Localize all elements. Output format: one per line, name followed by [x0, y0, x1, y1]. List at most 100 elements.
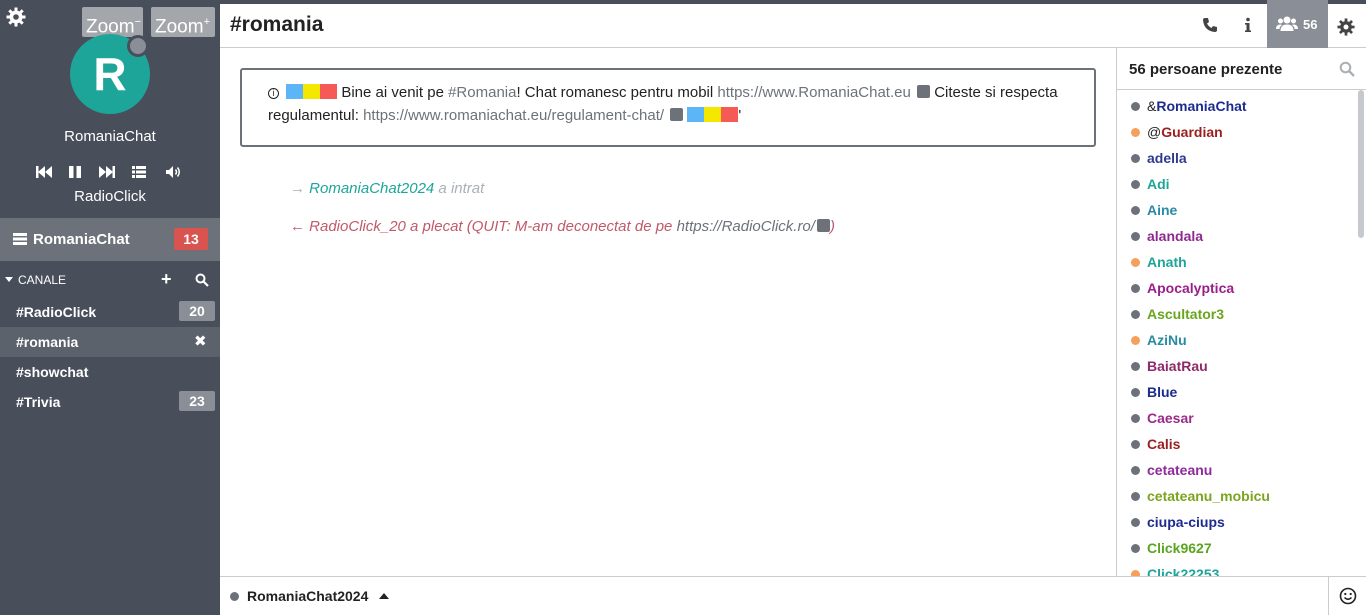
- presence-dot: [1131, 284, 1140, 293]
- status-dot: [230, 592, 239, 601]
- emoji-button[interactable]: [1328, 577, 1366, 615]
- channel-item-romania[interactable]: #romania ✖: [0, 327, 220, 357]
- external-link-icon[interactable]: [917, 85, 931, 98]
- user-nick-text: Anath: [1147, 254, 1187, 270]
- external-link-icon[interactable]: [816, 219, 830, 232]
- user-list-title: 56 persoane prezente: [1129, 61, 1283, 78]
- collapse-triangle-icon[interactable]: [5, 277, 13, 282]
- userlist-toggle-button[interactable]: 56: [1267, 0, 1328, 48]
- user-nick-text: Click9627: [1147, 540, 1212, 556]
- user-nick-text: adella: [1147, 150, 1187, 166]
- next-track-icon[interactable]: [97, 163, 117, 181]
- presence-dot: [1131, 388, 1140, 397]
- user-prefix: @: [1147, 124, 1162, 140]
- users-icon: [1276, 16, 1298, 31]
- user-nick-text: Ascultator3: [1147, 306, 1225, 322]
- user-nick: AziNu: [1147, 332, 1187, 348]
- join-message: → RomaniaChat2024 a intrat: [290, 180, 484, 197]
- presence-dot: [1131, 518, 1140, 527]
- search-channels-icon[interactable]: [195, 273, 209, 287]
- add-channel-icon[interactable]: +: [161, 270, 175, 288]
- user-prefix: &: [1147, 98, 1157, 114]
- channel-name: #showchat: [16, 364, 89, 380]
- channel-link[interactable]: #Romania: [448, 84, 516, 101]
- presence-dot: [1131, 102, 1140, 111]
- nick-menu-triangle-icon[interactable]: [379, 593, 389, 599]
- user-nick: Blue: [1147, 384, 1177, 400]
- presence-dot: [1131, 414, 1140, 423]
- message-nick[interactable]: RomaniaChat2024: [309, 180, 434, 197]
- user-nick: @Guardian: [1147, 124, 1223, 140]
- user-nick-text: alandala: [1147, 228, 1204, 244]
- zoom-out-button[interactable]: Zoom−: [82, 7, 143, 37]
- phone-icon[interactable]: [1201, 16, 1219, 34]
- user-count: 56: [1303, 17, 1318, 32]
- channels-header: CANALE +: [0, 270, 220, 290]
- flag-yellow-stripe: [704, 107, 722, 122]
- message-area: i Bine ai venit pe #Romania! Chat romane…: [220, 48, 1116, 576]
- volume-icon[interactable]: [163, 163, 183, 181]
- channel-topic: i Bine ai venit pe #Romania! Chat romane…: [240, 68, 1096, 147]
- channels-label: CANALE: [18, 273, 67, 287]
- message-text: a intrat: [434, 180, 485, 197]
- user-list-header: 56 persoane prezente: [1117, 48, 1366, 90]
- channel-header: #romania 56: [220, 0, 1366, 48]
- user-nick: Apocalyptica: [1147, 280, 1234, 296]
- channel-item-trivia[interactable]: #Trivia 23: [0, 387, 220, 417]
- user-nick: BaiatRau: [1147, 358, 1208, 374]
- user-nick-text: Aine: [1147, 202, 1178, 218]
- flag-red-stripe: [721, 107, 739, 122]
- presence-dot: [1131, 206, 1140, 215]
- user-nick-text: Apocalyptica: [1147, 280, 1235, 296]
- external-link-icon[interactable]: [670, 108, 684, 121]
- channel-badge: 23: [179, 391, 215, 411]
- channel-item-radioclick[interactable]: #RadioClick 20: [0, 297, 220, 327]
- zoom-in-label: Zoom: [155, 16, 204, 38]
- zoom-out-sign: −: [134, 16, 142, 28]
- user-nick-text: Adi: [1147, 176, 1170, 192]
- search-icon[interactable]: [1339, 61, 1355, 77]
- user-nick: Ascultator3: [1147, 306, 1224, 322]
- url-link[interactable]: https://www.RomaniaChat.eu: [717, 84, 910, 101]
- close-channel-icon[interactable]: ✖: [194, 332, 207, 350]
- server-label: RomaniaChat: [33, 231, 130, 248]
- own-nick[interactable]: RomaniaChat2024: [247, 588, 368, 604]
- info-icon[interactable]: [1239, 16, 1257, 34]
- topic-text: Bine ai venit pe: [341, 84, 449, 101]
- pause-icon[interactable]: [65, 163, 85, 181]
- user-nick-text: Click22253: [1147, 566, 1220, 576]
- user-nick: Aine: [1147, 202, 1177, 218]
- input-bar: RomaniaChat2024: [220, 576, 1366, 615]
- message-text: ← RadioClick_20 a plecat (QUIT: M-am dec…: [290, 218, 677, 235]
- channel-badge: 20: [179, 301, 215, 321]
- server-icon: [13, 233, 27, 245]
- user-list-scrollbar[interactable]: [1358, 90, 1364, 238]
- user-nick-text: Blue: [1147, 384, 1178, 400]
- user-nick-text: Guardian: [1161, 124, 1223, 140]
- presence-dot: [1131, 544, 1140, 553]
- url-link[interactable]: https://RadioClick.ro/: [677, 218, 815, 235]
- channel-item-showchat[interactable]: #showchat: [0, 357, 220, 387]
- user-nick-text: RomaniaChat: [1156, 98, 1247, 114]
- server-item-romaniachat[interactable]: RomaniaChat 13: [0, 218, 220, 261]
- channel-name: #romania: [16, 334, 79, 350]
- previous-track-icon[interactable]: [34, 163, 54, 181]
- unread-badge: 13: [174, 228, 208, 250]
- sidebar: Zoom− Zoom+ R RomaniaChat RadioClick Rom…: [0, 0, 220, 615]
- user-nick-text: Calis: [1147, 436, 1181, 452]
- url-link[interactable]: https://www.romaniachat.eu/regulament-ch…: [363, 107, 664, 124]
- user-nick: adella: [1147, 150, 1187, 166]
- gear-icon[interactable]: [6, 7, 26, 27]
- playlist-icon[interactable]: [129, 163, 149, 181]
- presence-dot: [1131, 440, 1140, 449]
- presence-dot: [1131, 310, 1140, 319]
- network-name: RomaniaChat: [64, 128, 156, 145]
- zoom-in-sign: +: [203, 16, 211, 28]
- channel-settings-icon[interactable]: [1337, 18, 1355, 36]
- user-nick: &RomaniaChat: [1147, 98, 1247, 114]
- radio-label: RadioClick: [74, 188, 146, 205]
- presence-dot: [1131, 128, 1140, 137]
- zoom-in-button[interactable]: Zoom+: [151, 7, 215, 37]
- user-nick: Click22253: [1147, 566, 1219, 576]
- presence-dot: [1131, 336, 1140, 345]
